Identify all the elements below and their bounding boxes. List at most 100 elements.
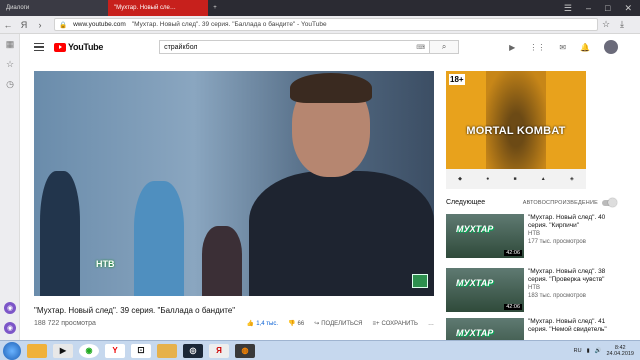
back-icon[interactable]: ← xyxy=(0,20,16,30)
volume-icon[interactable]: 🔊 xyxy=(595,348,602,354)
yandex-browser-icon[interactable]: Y xyxy=(105,343,125,358)
save-label: СОХРАНИТЬ xyxy=(381,320,418,327)
history-icon[interactable]: ◷ xyxy=(0,74,20,94)
ad-brand: MORTAL KOMBAT xyxy=(466,125,566,137)
file-explorer-icon[interactable] xyxy=(27,343,47,358)
playlist-add-icon: ≡+ xyxy=(372,320,380,327)
notifications-icon[interactable]: 🔔 xyxy=(580,43,590,52)
obs-icon[interactable]: ◍ xyxy=(235,343,255,358)
person-figure xyxy=(134,181,184,296)
more-button[interactable]: … xyxy=(428,321,434,327)
language-indicator[interactable]: RU xyxy=(574,348,582,354)
video-player[interactable]: НТВ xyxy=(34,71,434,296)
channel-watermark: НТВ xyxy=(96,259,115,269)
hair xyxy=(290,73,372,103)
rec-title: "Мухтар. Новый след". 40 серия. "Кирпичи… xyxy=(528,214,606,229)
autoplay-toggle[interactable] xyxy=(602,197,617,207)
tab-youtube[interactable]: "Мухтар. Новый сле… xyxy=(108,0,208,16)
menu-icon[interactable]: ☰ xyxy=(564,3,572,14)
search-input[interactable]: страйкбол ⌨ xyxy=(159,40,430,54)
video-title: "Мухтар. Новый след". 39 серия. "Баллада… xyxy=(34,306,236,315)
duration-badge: 42:06 xyxy=(504,304,522,310)
view-count: 188 722 просмотра xyxy=(34,320,96,327)
thumbnail-text: МУХТАР xyxy=(456,224,494,234)
recommendation-item[interactable]: МУХТАР 42:06 "Мухтар. Новый след". 38 сер… xyxy=(446,268,616,312)
recommendation-item[interactable]: МУХТАР 42:06 "Мухтар. Новый след". 40 сер… xyxy=(446,214,616,258)
thumbnail-text: МУХТАР xyxy=(456,278,494,288)
video-meta: 188 722 просмотра 👍 1,4 тыс. 👎 66 ↪ ПОДЕЛИТ… xyxy=(34,320,434,327)
chrome-icon[interactable]: ◉ xyxy=(79,343,99,358)
media-player-icon[interactable]: ▶ xyxy=(53,343,73,358)
maximize-icon[interactable]: □ xyxy=(605,3,610,14)
address-bar-row: ← Я › 🔒 www.youtube.com "Мухтар. Новый с… xyxy=(0,16,640,34)
wb-icon: ◈ xyxy=(570,176,574,182)
search-icon: ⌕ xyxy=(441,42,447,51)
share-button[interactable]: ↪ ПОДЕЛИТЬСЯ xyxy=(314,320,363,328)
download-icon[interactable]: ⤓ xyxy=(614,19,630,30)
thumbs-down-icon: 👎 xyxy=(288,321,296,327)
search-value: страйкбол xyxy=(164,43,198,51)
end-screen-badge[interactable] xyxy=(412,274,428,288)
minimize-icon[interactable]: – xyxy=(586,3,591,14)
save-button[interactable]: ≡+ СОХРАНИТЬ xyxy=(373,321,418,327)
dislike-count: 66 xyxy=(297,320,305,327)
messages-icon[interactable]: ✉ xyxy=(559,43,566,52)
bookmark-icon[interactable]: ☆ xyxy=(598,19,614,30)
new-tab-button[interactable]: + xyxy=(208,0,222,16)
rec-title: "Мухтар. Новый след". 38 серия. "Проверк… xyxy=(528,268,606,283)
apps-icon[interactable]: ⋮⋮ xyxy=(529,43,545,52)
rec-views: 183 тыс. просмотров xyxy=(528,293,586,299)
up-next-label: Следующее xyxy=(446,199,486,206)
recommendation-item[interactable]: МУХТАР "Мухтар. Новый след". 41 серия. "… xyxy=(446,318,616,340)
url-page-title: "Мухтар. Новый след". 39 серия. "Баллада… xyxy=(131,21,327,28)
like-count: 1,4 тыс. xyxy=(256,320,279,327)
search-bar: страйкбол ⌨ ⌕ xyxy=(159,40,460,54)
video-thumbnail[interactable]: МУХТАР xyxy=(446,318,524,340)
video-thumbnail[interactable]: МУХТАР 42:06 xyxy=(446,214,524,258)
dislike-button[interactable]: 👎 66 xyxy=(288,320,305,328)
search-button[interactable]: ⌕ xyxy=(429,40,460,54)
create-video-icon[interactable]: ▶ xyxy=(509,43,515,52)
rec-channel: НТВ xyxy=(528,231,540,237)
thumbnail-text: МУХТАР xyxy=(456,328,494,338)
close-icon[interactable]: ✕ xyxy=(624,3,632,14)
lock-icon: 🔒 xyxy=(59,21,68,29)
person-figure xyxy=(249,171,434,296)
xbox-icon: ● xyxy=(486,176,490,182)
windows-taskbar: ▶ ◉ Y ⚀ ◎ Я ◍ RU ▮ 🔊 8:42 24.04.2019 xyxy=(0,340,640,360)
alice-icon[interactable]: ◉ xyxy=(4,302,16,314)
ps4-icon: ◆ xyxy=(458,176,462,182)
steam-icon[interactable]: ◎ xyxy=(183,343,203,358)
avatar[interactable] xyxy=(604,40,618,54)
ad-banner[interactable]: 18+ MORTAL KOMBAT ◆ ● ■ ▲ ◈ xyxy=(446,71,586,189)
autoplay-label: АВТОВОСПРОИЗВЕДЕНИЕ xyxy=(522,199,598,206)
windows-start-icon[interactable] xyxy=(3,341,21,360)
browser-tab-bar: Диалоги "Мухтар. Новый сле… + ☰ – □ ✕ xyxy=(0,0,640,16)
youtube-header: YouTube страйкбол ⌨ ⌕ ▶ ⋮⋮ ✉ 🔔 xyxy=(20,34,640,60)
network-icon[interactable]: ▮ xyxy=(587,348,590,354)
address-bar[interactable]: 🔒 www.youtube.com "Мухтар. Новый след". … xyxy=(54,18,598,31)
youtube-logo[interactable]: YouTube xyxy=(54,42,103,52)
alice-icon[interactable]: ◉ xyxy=(4,322,16,334)
like-button[interactable]: 👍 1,4 тыс. xyxy=(247,320,279,328)
date: 24.04.2019 xyxy=(606,350,634,357)
yandex-icon[interactable]: Я xyxy=(209,343,229,358)
youtube-play-icon xyxy=(54,42,66,52)
yandex-icon[interactable]: Я xyxy=(16,20,32,30)
tab-dialogs[interactable]: Диалоги xyxy=(0,0,108,16)
share-icon: ↪ xyxy=(314,321,320,327)
forward-icon[interactable]: › xyxy=(32,20,48,30)
age-rating-badge: 18+ xyxy=(449,74,465,85)
keyboard-icon[interactable]: ⌨ xyxy=(416,44,425,51)
clock[interactable]: 8:42 24.04.2019 xyxy=(606,345,634,357)
apps-grid-icon[interactable]: ▦ xyxy=(0,34,20,54)
up-next-header: Следующее АВТОВОСПРОИЗВЕДЕНИЕ xyxy=(446,197,617,207)
share-label: ПОДЕЛИТЬСЯ xyxy=(321,320,363,327)
star-icon[interactable]: ☆ xyxy=(0,54,20,74)
cs-icon[interactable] xyxy=(157,343,177,358)
video-thumbnail[interactable]: МУХТАР 42:06 xyxy=(446,268,524,312)
game-icon[interactable]: ⚀ xyxy=(131,343,151,358)
hamburger-icon[interactable] xyxy=(34,42,44,52)
pc-icon: ▲ xyxy=(540,176,546,182)
person-figure xyxy=(40,171,80,296)
